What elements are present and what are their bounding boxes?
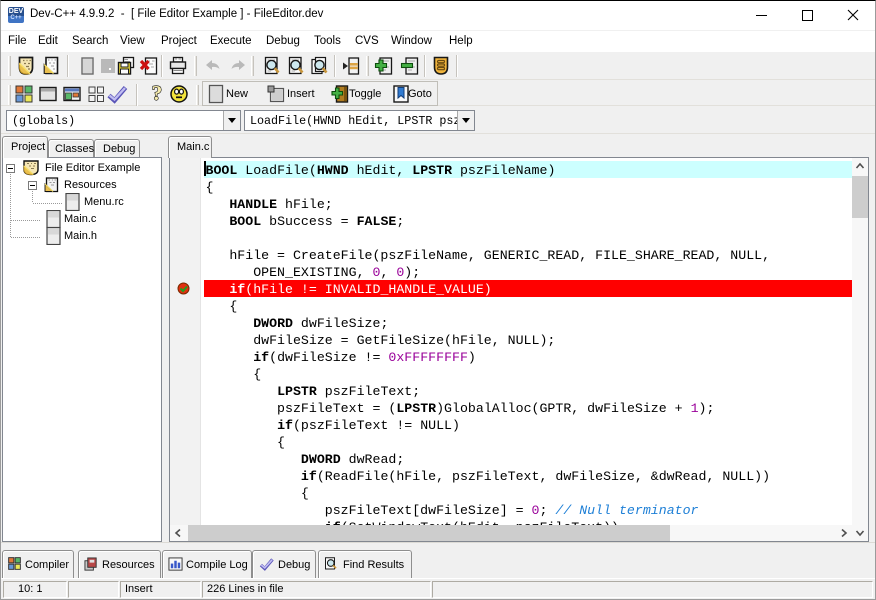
svg-text:?: ? <box>152 84 163 104</box>
